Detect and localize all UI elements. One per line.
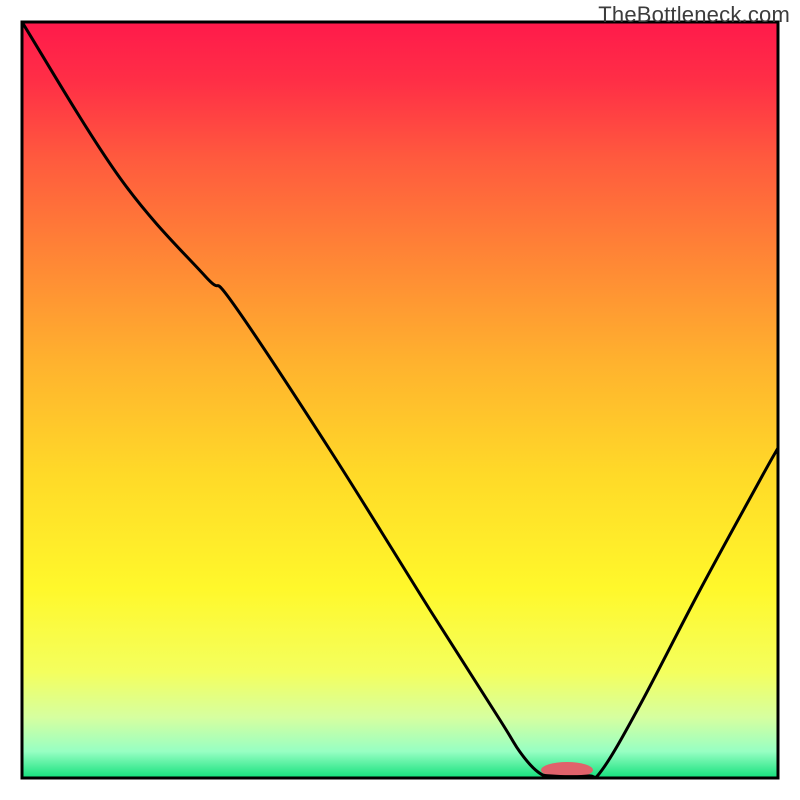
chart-stage: TheBottleneck.com	[0, 0, 800, 800]
chart-svg	[0, 0, 800, 800]
gradient-bg	[22, 22, 778, 778]
watermark-text: TheBottleneck.com	[598, 2, 790, 28]
